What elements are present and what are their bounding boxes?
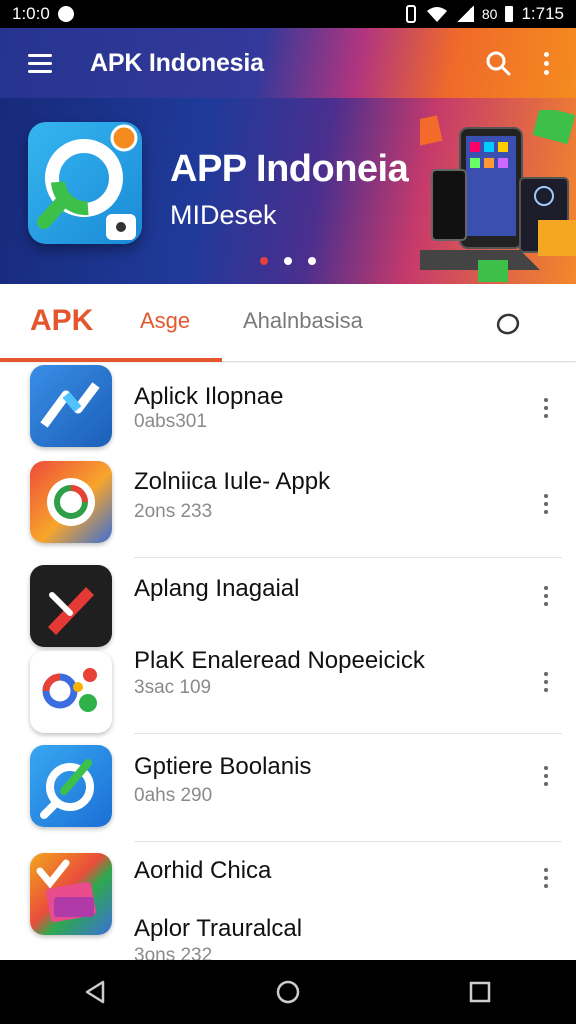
status-time: 1:0:0 <box>12 4 50 23</box>
carousel-indicator <box>260 257 316 265</box>
banner-title: APP Indoneia <box>170 148 409 190</box>
item-more-icon[interactable] <box>538 761 554 791</box>
status-text: 80 <box>481 6 498 22</box>
divider <box>134 557 562 558</box>
tab-asge[interactable]: Asge <box>140 308 190 334</box>
item-more-icon[interactable] <box>538 667 554 697</box>
item-more-icon[interactable] <box>538 393 554 423</box>
app-meta: 0abs301 <box>134 411 207 432</box>
chart-arrow-icon <box>30 365 112 447</box>
divider <box>134 841 562 842</box>
nav-bar <box>0 960 576 1024</box>
item-more-icon[interactable] <box>538 863 554 893</box>
signal-icon <box>455 6 474 22</box>
tab-bar: APK Asge Ahalnbasisa <box>0 284 576 362</box>
carousel-dot[interactable] <box>308 257 316 265</box>
tab-ahalnbasisa[interactable]: Ahalnbasisa <box>243 308 363 334</box>
colorful-circles-icon <box>30 651 112 733</box>
more-vert-icon[interactable] <box>526 39 566 87</box>
search-icon[interactable] <box>494 310 522 338</box>
app-list: Aplick Ilopnae 0abs301 Zolniica Iule- Ap… <box>0 363 576 960</box>
app-name: Gptiere Boolanis <box>134 753 312 780</box>
app-bar: APK Indonesia <box>0 28 576 98</box>
item-more-icon[interactable] <box>538 581 554 611</box>
status-bar: 1:0:0 80 1:715 <box>0 0 576 28</box>
vibrate-icon <box>405 5 416 23</box>
home-icon[interactable] <box>256 964 320 1020</box>
banner-logo <box>28 122 142 244</box>
search-icon[interactable] <box>474 39 522 87</box>
tab-apk[interactable]: APK <box>30 304 93 338</box>
wifi-icon <box>426 7 447 22</box>
banner-subtitle: MIDesek <box>170 200 277 230</box>
carousel-dot[interactable] <box>260 257 268 265</box>
tab-indicator <box>0 358 222 362</box>
app-name: Zolniica Iule- Appk <box>134 468 331 495</box>
app-name: Aorhid Chica <box>134 857 272 884</box>
featured-banner[interactable]: APP Indoneia MIDesek <box>0 98 576 284</box>
app-name: Aplick Ilopnae <box>134 383 284 410</box>
item-more-icon[interactable] <box>538 489 554 519</box>
notification-icon <box>57 6 74 22</box>
checkmark-book-icon <box>30 853 112 935</box>
status-clock: 1:715 <box>521 4 564 23</box>
app-meta: 0ahs 290 <box>134 785 213 806</box>
back-icon[interactable] <box>64 964 128 1020</box>
app-name: Aplor Trauralcal <box>134 915 303 942</box>
app-title: APK Indonesia <box>90 48 264 77</box>
app-name: PlaK Enaleread Nopeeicick <box>134 647 425 674</box>
search-magnifier-icon <box>30 745 112 827</box>
chrome-like-icon <box>30 461 112 543</box>
carousel-dot[interactable] <box>284 257 292 265</box>
app-meta: 3ons 232 <box>134 945 213 960</box>
battery-icon <box>505 6 514 22</box>
recents-icon[interactable] <box>448 964 512 1020</box>
app-meta: 2ons 233 <box>134 501 213 522</box>
devices-illustration <box>420 110 576 282</box>
app-name: Aplang Inagaial <box>134 575 300 602</box>
menu-icon[interactable] <box>12 35 68 91</box>
pen-icon <box>30 565 112 647</box>
app-meta: 3sac 109 <box>134 677 212 698</box>
divider <box>134 733 562 734</box>
